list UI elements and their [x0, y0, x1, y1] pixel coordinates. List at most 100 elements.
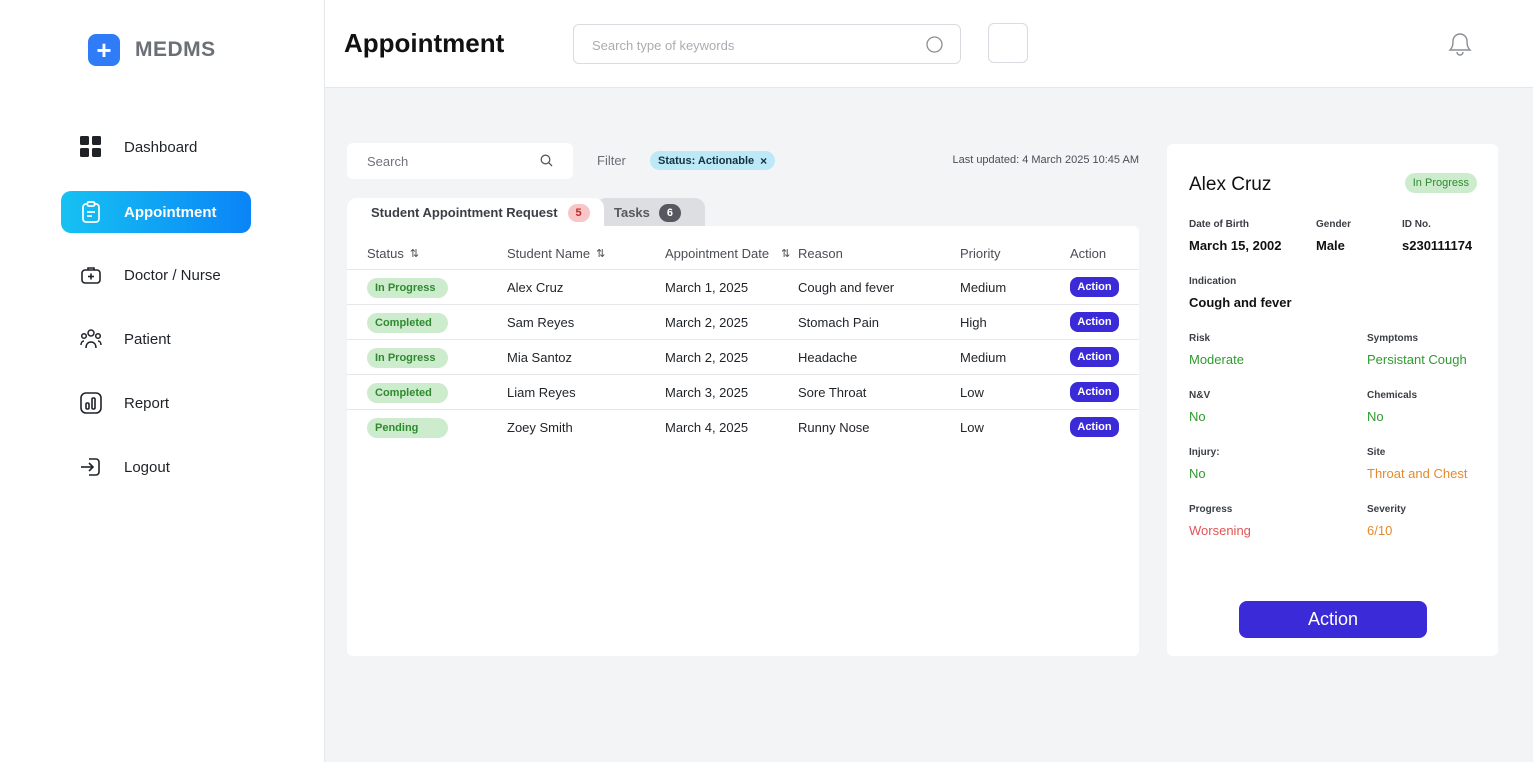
medical-bag-icon	[81, 267, 101, 284]
sidebar-item-doctor-nurse[interactable]: Doctor / Nurse	[61, 254, 251, 296]
tab-tasks[interactable]: Tasks 6	[596, 198, 705, 227]
sidebar-item-label: Dashboard	[124, 138, 198, 156]
last-updated-text: Last updated: 4 March 2025 10:45 AM	[952, 154, 1139, 166]
global-search-input[interactable]	[592, 35, 912, 55]
sidebar-item-label: Appointment	[124, 203, 217, 221]
appointment-table: Status ⇅ Student Name ⇅ Appointment Date…	[347, 226, 1139, 656]
progress-value: Worsening	[1189, 523, 1251, 538]
injury-value: No	[1189, 466, 1206, 481]
reason: Sore Throat	[798, 385, 867, 400]
student-name: Mia Santoz	[507, 350, 573, 365]
nv-label: N&V	[1189, 390, 1211, 401]
table-row[interactable]: Completed Liam Reyes March 3, 2025 Sore …	[347, 375, 1139, 410]
row-action-button[interactable]: Action	[1070, 312, 1119, 332]
table-row[interactable]: Completed Sam Reyes March 2, 2025 Stomac…	[347, 305, 1139, 340]
progress-label: Progress	[1189, 504, 1233, 515]
column-header-label: Student Name	[507, 246, 591, 261]
column-header-appointment-date[interactable]: Appointment Date ⇅	[665, 246, 790, 261]
global-search[interactable]	[573, 24, 961, 64]
risk-label: Risk	[1189, 333, 1211, 344]
bell-icon[interactable]	[1445, 30, 1475, 58]
sidebar-item-report[interactable]: Report	[61, 382, 251, 424]
patient-detail-panel: Alex Cruz In Progress Date of Birth Marc…	[1167, 144, 1498, 656]
risk-value: Moderate	[1189, 352, 1244, 367]
dob-label: Date of Birth	[1189, 219, 1249, 230]
sort-icon[interactable]: ⇅	[596, 247, 605, 260]
chemicals-value: No	[1367, 409, 1384, 424]
close-icon[interactable]: ×	[760, 154, 767, 168]
sort-icon[interactable]: ⇅	[410, 247, 419, 260]
severity-label: Severity	[1367, 504, 1406, 515]
sidebar-item-label: Patient	[124, 330, 171, 348]
appointment-date: March 4, 2025	[665, 420, 749, 435]
chemicals-label: Chemicals	[1367, 390, 1418, 401]
column-header-student-name[interactable]: Student Name ⇅	[507, 246, 605, 261]
table-header: Status ⇅ Student Name ⇅ Appointment Date…	[347, 226, 1139, 270]
student-name: Zoey Smith	[507, 420, 573, 435]
people-icon	[80, 329, 102, 349]
table-row[interactable]: Pending Zoey Smith March 4, 2025 Runny N…	[347, 410, 1139, 445]
tab-label: Tasks	[614, 205, 650, 220]
top-header: Appointment	[325, 0, 1533, 88]
sidebar-item-label: Report	[124, 394, 170, 412]
row-action-button[interactable]: Action	[1070, 347, 1119, 367]
sidebar-item-label: Doctor / Nurse	[124, 266, 221, 284]
priority: Medium	[960, 280, 1007, 295]
sidebar: + MEDMS Dashboard Appointment Doctor / N…	[0, 0, 325, 762]
priority: Low	[960, 420, 984, 435]
tab-student-appointment-request[interactable]: Student Appointment Request 5	[347, 198, 604, 227]
column-header-label: Reason	[798, 246, 843, 261]
priority: Low	[960, 385, 984, 400]
priority: High	[960, 315, 987, 330]
site-value: Throat and Chest	[1367, 466, 1468, 481]
brand[interactable]: + MEDMS	[88, 34, 216, 66]
table-row[interactable]: In Progress Mia Santoz March 2, 2025 Hea…	[347, 340, 1139, 375]
reason: Stomach Pain	[798, 315, 879, 330]
status-badge: In Progress	[367, 348, 448, 368]
filter-chip-label: Status: Actionable	[658, 154, 755, 167]
appointment-date: March 2, 2025	[665, 350, 749, 365]
reason: Runny Nose	[798, 420, 870, 435]
filter-chip-status[interactable]: Status: Actionable ×	[650, 151, 776, 170]
logout-icon	[81, 458, 100, 476]
sidebar-item-appointment[interactable]: Appointment	[61, 191, 251, 233]
sort-icon[interactable]: ⇅	[781, 247, 790, 260]
appointment-search-input[interactable]	[367, 152, 527, 170]
count-badge: 6	[658, 203, 681, 222]
sidebar-item-logout[interactable]: Logout	[61, 446, 251, 488]
plus-logo-icon: +	[88, 34, 120, 66]
filter-label[interactable]: Filter	[597, 153, 626, 168]
column-header-priority: Priority	[960, 246, 1000, 261]
column-header-label: Action	[1070, 246, 1107, 261]
column-header-status[interactable]: Status ⇅	[367, 246, 419, 261]
reason: Headache	[798, 350, 858, 365]
sidebar-item-dashboard[interactable]: Dashboard	[61, 126, 251, 168]
row-action-button[interactable]: Action	[1070, 382, 1119, 402]
bar-chart-icon	[80, 392, 102, 414]
action-button[interactable]: Action	[1239, 601, 1427, 638]
symptoms-value: Persistant Cough	[1367, 352, 1467, 367]
id-value: s230111174	[1402, 238, 1473, 253]
clipboard-icon	[82, 201, 100, 223]
column-header-label: Appointment Date	[665, 246, 770, 261]
row-action-button[interactable]: Action	[1070, 417, 1119, 437]
appointment-search[interactable]	[347, 143, 573, 179]
row-action-button[interactable]: Action	[1070, 277, 1119, 297]
indication-value: Cough and fever	[1189, 295, 1292, 310]
search-icon[interactable]	[926, 36, 944, 54]
search-icon[interactable]	[540, 154, 553, 167]
indication-label: Indication	[1189, 276, 1237, 287]
sidebar-item-label: Logout	[124, 458, 170, 476]
patient-name: Alex Cruz	[1189, 174, 1272, 195]
table-row[interactable]: In Progress Alex Cruz March 1, 2025 Coug…	[347, 270, 1139, 305]
grid-icon	[80, 136, 101, 157]
injury-label: Injury:	[1189, 447, 1220, 458]
sidebar-item-patient[interactable]: Patient	[61, 318, 251, 360]
brand-name: MEDMS	[135, 38, 216, 61]
dob-value: March 15, 2002	[1189, 238, 1282, 253]
blank-square-button[interactable]	[988, 23, 1028, 63]
column-header-reason: Reason	[798, 246, 843, 261]
id-label: ID No.	[1402, 219, 1431, 230]
gender-label: Gender	[1316, 219, 1352, 230]
column-header-label: Status	[367, 246, 404, 261]
